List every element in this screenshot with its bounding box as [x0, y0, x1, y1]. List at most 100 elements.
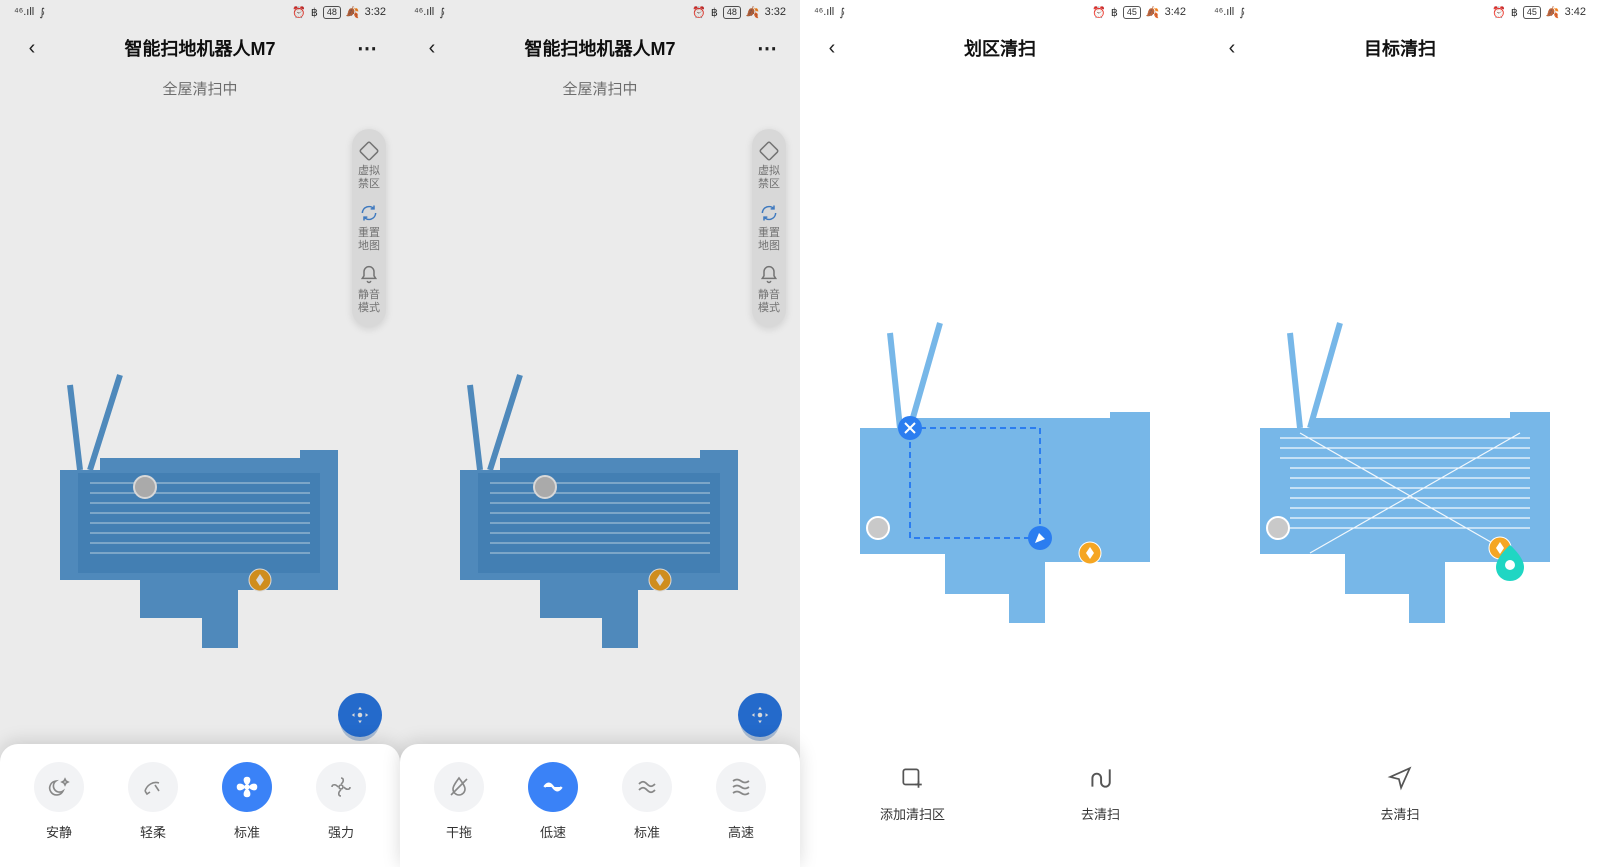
action-label: 去清扫 — [1380, 804, 1419, 823]
tool-label: 虚拟 禁区 — [358, 165, 380, 191]
back-button[interactable]: ‹ — [418, 37, 446, 60]
leaf-icon: 🍂 — [1146, 6, 1160, 19]
wifi-icon: ⨓ — [839, 6, 845, 19]
floor-map[interactable] — [30, 315, 370, 655]
mute-mode-tool[interactable]: 静音 模式 — [758, 265, 780, 315]
wifi-icon: ⨓ — [39, 6, 45, 19]
page-title: 智能扫地机器人M7 — [524, 35, 675, 61]
map-svg — [1230, 283, 1570, 623]
go-clean-button[interactable]: 去清扫 — [1380, 762, 1419, 823]
page-title: 划区清扫 — [964, 35, 1036, 61]
status-text: 全屋清扫中 — [0, 72, 400, 103]
alarm-icon: ⏰ — [1092, 6, 1106, 19]
water-high[interactable]: 高速 — [716, 762, 766, 841]
more-button[interactable]: ⋯ — [754, 36, 782, 61]
water-low[interactable]: 低速 — [528, 762, 578, 841]
route-icon — [1087, 765, 1113, 791]
bluetooth-icon: ฿ — [711, 6, 718, 19]
bottom-actions: 添加清扫区 去清扫 — [800, 748, 1200, 867]
reset-map-tool[interactable]: 重置 地图 — [758, 203, 780, 253]
refresh-icon — [759, 203, 779, 223]
virtual-wall-tool[interactable]: 虚拟 禁区 — [358, 141, 380, 191]
wave-3-icon — [729, 775, 753, 799]
status-bar: ⁴⁶.ıll ⨓ ⏰ ฿ 48 🍂 3:32 — [400, 0, 800, 24]
add-zone-button[interactable]: 添加清扫区 — [880, 762, 945, 823]
water-dry[interactable]: 干拖 — [434, 762, 484, 841]
screen-1-suction-modes: ⁴⁶.ıll⨓ ⏰฿48🍂3:32 ‹ 智能扫地机器人M7 ⋯ 全屋清扫中 虚拟… — [0, 0, 400, 867]
suction-quiet[interactable]: 安静 — [34, 762, 84, 841]
bluetooth-icon: ฿ — [1511, 6, 1518, 19]
navigate-icon — [1387, 765, 1413, 791]
bell-icon — [759, 265, 779, 285]
status-bar: ⁴⁶.ıll⨓ ⏰฿45🍂3:42 — [800, 0, 1200, 24]
battery-indicator: 48 — [723, 6, 741, 19]
floor-map[interactable] — [1230, 283, 1570, 623]
app-header: ‹ 智能扫地机器人M7 ⋯ — [0, 24, 400, 72]
manual-control-button[interactable] — [738, 693, 782, 737]
leaf-icon: 🍂 — [746, 6, 760, 19]
bluetooth-icon: ฿ — [1111, 6, 1118, 19]
bell-icon — [359, 265, 379, 285]
battery-indicator: 45 — [1523, 6, 1541, 19]
leaf-icon: 🍂 — [1546, 6, 1560, 19]
dpad-icon — [749, 704, 771, 726]
bottom-actions: 去清扫 — [1200, 748, 1600, 867]
status-bar: ⁴⁶.ıll⨓ ⏰฿45🍂3:42 — [1200, 0, 1600, 24]
clock-text: 3:32 — [765, 6, 786, 18]
app-header: ‹ 划区清扫 — [800, 24, 1200, 72]
status-bar: ⁴⁶.ıll⨓ ⏰฿48🍂3:32 — [0, 0, 400, 24]
clock-text: 3:32 — [365, 6, 386, 18]
action-label: 去清扫 — [1081, 804, 1120, 823]
screen-2-water-modes: ⁴⁶.ıll ⨓ ⏰ ฿ 48 🍂 3:32 ‹ 智能扫地机器人M7 ⋯ 全屋清扫中 虚拟… — [400, 0, 800, 867]
wave-hand-icon — [141, 775, 165, 799]
app-header: ‹ 智能扫地机器人M7 ⋯ — [400, 24, 800, 72]
alarm-icon: ⏰ — [292, 6, 306, 19]
reset-map-tool[interactable]: 重置 地图 — [358, 203, 380, 253]
suction-standard[interactable]: 标准 — [222, 762, 272, 841]
mode-label: 强力 — [328, 822, 354, 841]
back-button[interactable]: ‹ — [18, 37, 46, 60]
floor-map[interactable] — [830, 283, 1170, 623]
leaf-icon: 🍂 — [346, 6, 360, 19]
suction-gentle[interactable]: 轻柔 — [128, 762, 178, 841]
back-button[interactable]: ‹ — [1218, 37, 1246, 60]
map-svg — [430, 315, 770, 655]
add-zone-icon — [899, 765, 925, 791]
wave-1-icon — [540, 774, 566, 800]
more-button[interactable]: ⋯ — [354, 36, 382, 61]
fan-icon — [234, 774, 260, 800]
virtual-wall-tool[interactable]: 虚拟 禁区 — [758, 141, 780, 191]
mode-label: 轻柔 — [140, 822, 166, 841]
water-standard[interactable]: 标准 — [622, 762, 672, 841]
go-clean-button[interactable]: 去清扫 — [1081, 762, 1120, 823]
alarm-icon: ⏰ — [1492, 6, 1506, 19]
moon-star-icon — [47, 775, 71, 799]
battery-indicator: 48 — [323, 6, 341, 19]
suction-mode-sheet: 安静 轻柔 标准 强力 — [0, 744, 400, 867]
tool-label: 重置 地图 — [358, 227, 380, 253]
signal-icon: ⁴⁶.ıll — [414, 6, 434, 18]
map-svg — [830, 283, 1170, 623]
mute-mode-tool[interactable]: 静音 模式 — [358, 265, 380, 315]
mode-label: 高速 — [728, 822, 754, 841]
wifi-icon: ⨓ — [439, 6, 445, 19]
status-text: 全屋清扫中 — [400, 72, 800, 103]
dpad-icon — [349, 704, 371, 726]
action-label: 添加清扫区 — [880, 804, 945, 823]
back-button[interactable]: ‹ — [818, 37, 846, 60]
wave-2-icon — [635, 775, 659, 799]
suction-strong[interactable]: 强力 — [316, 762, 366, 841]
side-toolbar: 虚拟 禁区 重置 地图 静音 模式 — [752, 129, 786, 327]
screen-3-zone-clean: ⁴⁶.ıll⨓ ⏰฿45🍂3:42 ‹ 划区清扫 1× 添加清扫区 — [800, 0, 1200, 867]
page-title: 目标清扫 — [1364, 35, 1436, 61]
signal-icon: ⁴⁶.ıll — [1214, 6, 1234, 18]
refresh-icon — [359, 203, 379, 223]
manual-control-button[interactable] — [338, 693, 382, 737]
water-mode-sheet: 干拖 低速 标准 高速 — [400, 744, 800, 867]
alarm-icon: ⏰ — [692, 6, 706, 19]
mode-label: 低速 — [540, 822, 566, 841]
wifi-icon: ⨓ — [1239, 6, 1245, 19]
mode-label: 安静 — [46, 822, 72, 841]
side-toolbar: 虚拟 禁区 重置 地图 静音 模式 — [352, 129, 386, 327]
floor-map[interactable] — [430, 315, 770, 655]
